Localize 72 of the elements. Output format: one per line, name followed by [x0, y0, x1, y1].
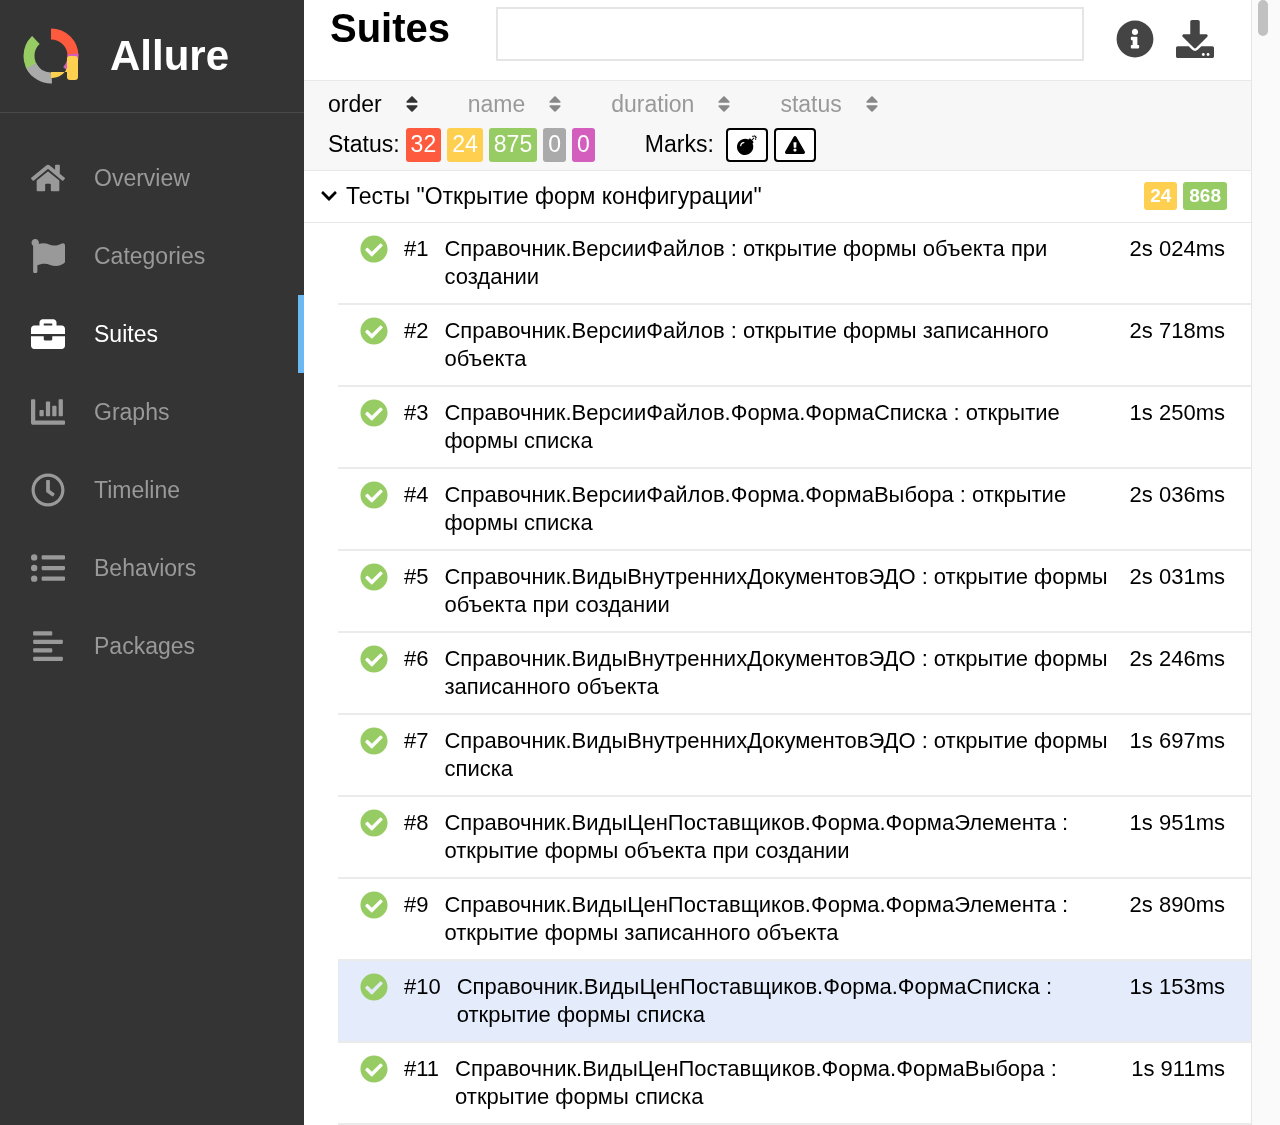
test-number: #3 — [404, 399, 429, 427]
sort-button[interactable]: order — [328, 90, 422, 118]
sidebar-item[interactable]: Suites — [0, 295, 304, 373]
test-name: Справочник.ВерсииФайлов.Форма.ФормаВыбора : открытие формы списка — [444, 481, 1068, 537]
test-duration: 2s 718ms — [1129, 317, 1225, 345]
check-icon — [360, 481, 388, 509]
list-icon — [30, 551, 66, 585]
test-row[interactable]: #10 Справочник.ВидыЦенПоставщиков.Форма.ФормаСписка : открытие формы списка 1s 153ms — [338, 961, 1251, 1043]
search-field[interactable] — [496, 7, 1084, 61]
test-name: Справочник.ВидыЦенПоставщиков.Форма.ФормаЭлемента : открытие формы объекта при создании — [444, 809, 1070, 865]
test-number: #6 — [404, 645, 429, 673]
clock-icon — [30, 473, 66, 507]
test-duration: 2s 031ms — [1129, 563, 1225, 591]
page-title: Suites — [330, 6, 452, 50]
test-number: #1 — [404, 235, 429, 263]
brand-name: Allure — [110, 32, 230, 80]
status-label: Status: — [328, 131, 400, 159]
test-name: Справочник.ВидыВнутреннихДокументовЭДО : открытие формы записанного объекта — [444, 645, 1109, 701]
scrollbar[interactable] — [1252, 0, 1280, 1125]
test-name: Справочник.ВидыЦенПоставщиков.Форма.ФормаВыбора : открытие формы списка — [455, 1055, 1058, 1111]
test-number: #8 — [404, 809, 429, 837]
bars-icon — [30, 629, 66, 663]
test-number: #7 — [404, 727, 429, 755]
test-duration: 2s 036ms — [1129, 481, 1225, 509]
sidebar-item[interactable]: Graphs — [0, 373, 304, 451]
test-name: Справочник.ВидыЦенПоставщиков.Форма.ФормаЭлемента : открытие формы записанного объекта — [444, 891, 1070, 947]
group-count: 24 — [1144, 182, 1178, 211]
test-name: Справочник.ВерсииФайлов : открытие формы записанного объекта — [444, 317, 1050, 373]
briefcase-icon — [30, 317, 66, 351]
check-icon — [360, 973, 388, 1001]
test-name: Справочник.ВерсииФайлов.Форма.ФормаСписка : открытие формы списка — [444, 399, 1061, 455]
sidebar-item[interactable]: Categories — [0, 217, 304, 295]
sidebar-item[interactable]: Packages — [0, 607, 304, 685]
test-duration: 1s 250ms — [1129, 399, 1225, 427]
check-icon — [360, 235, 388, 263]
test-duration: 1s 911ms — [1131, 1055, 1225, 1083]
check-icon — [360, 399, 388, 427]
test-duration: 1s 697ms — [1129, 727, 1225, 755]
test-number: #2 — [404, 317, 429, 345]
test-duration: 1s 153ms — [1129, 973, 1225, 1001]
check-icon — [360, 645, 388, 673]
bomb-icon[interactable] — [725, 127, 768, 162]
test-number: #5 — [404, 563, 429, 591]
sidebar-item[interactable]: Behaviors — [0, 529, 304, 607]
sidebar-item[interactable]: Timeline — [0, 451, 304, 529]
check-icon — [360, 809, 388, 837]
sidebar-item[interactable]: Overview — [0, 139, 304, 217]
test-name: Справочник.ВидыВнутреннихДокументовЭДО : открытие формы объекта при создании — [444, 563, 1109, 619]
test-name: Справочник.ВидыВнутреннихДокументовЭДО : открытие формы списка — [444, 727, 1109, 783]
check-icon — [360, 1055, 388, 1083]
test-duration: 2s 024ms — [1129, 235, 1225, 263]
test-number: #4 — [404, 481, 429, 509]
test-name: Справочник.ВерсииФайлов : открытие формы объекта при создании — [444, 235, 1049, 291]
test-duration: 1s 951ms — [1129, 809, 1225, 837]
flag-icon — [30, 239, 66, 273]
test-number: #11 — [404, 1055, 440, 1083]
check-icon — [360, 317, 388, 345]
warning-icon[interactable] — [773, 127, 816, 162]
group-title[interactable]: Тесты "Открытие форм конфигурации" — [346, 182, 1139, 210]
group-count: 868 — [1183, 182, 1227, 211]
test-name: Справочник.ВидыЦенПоставщиков.Форма.ФормаСписка : открытие формы списка — [456, 973, 1054, 1029]
logo-icon — [22, 27, 80, 85]
download-icon[interactable] — [1176, 20, 1214, 58]
test-number: #10 — [404, 973, 441, 1001]
check-icon — [360, 891, 388, 919]
check-icon — [360, 563, 388, 591]
test-number: #9 — [404, 891, 429, 919]
test-duration: 2s 246ms — [1129, 645, 1225, 673]
marks-label: Marks: — [644, 131, 714, 159]
info-icon[interactable] — [1116, 20, 1154, 58]
test-duration: 2s 890ms — [1129, 891, 1225, 919]
check-icon — [360, 727, 388, 755]
